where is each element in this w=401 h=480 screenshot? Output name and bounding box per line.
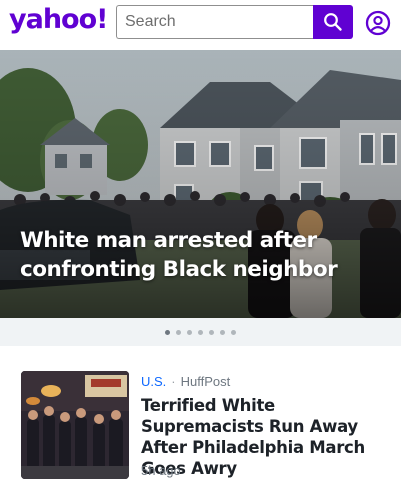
news-article-card[interactable]: U.S. · HuffPost Terrified White Supremacis… <box>0 346 401 480</box>
profile-button[interactable] <box>365 10 391 36</box>
carousel-dot[interactable] <box>209 329 214 335</box>
article-source: HuffPost <box>180 374 231 389</box>
carousel-pagination <box>0 318 401 346</box>
search-box[interactable] <box>116 5 314 39</box>
meta-separator: · <box>171 374 176 389</box>
header: yahoo! <box>0 0 401 50</box>
carousel-dot[interactable] <box>231 329 236 335</box>
search-icon <box>324 13 342 31</box>
carousel-dot[interactable] <box>176 329 181 335</box>
article-thumbnail-image <box>21 371 129 479</box>
article-timestamp: 5h ago <box>141 463 181 478</box>
article-thumbnail[interactable] <box>21 371 129 479</box>
search-input[interactable] <box>117 6 314 38</box>
yahoo-logo[interactable]: yahoo! <box>9 4 108 35</box>
carousel-dot[interactable] <box>187 329 192 335</box>
hero-headline[interactable]: White man arrested after confronting Bla… <box>20 226 390 284</box>
article-meta: U.S. · HuffPost <box>141 374 230 389</box>
hero-story[interactable]: White man arrested after confronting Bla… <box>0 50 401 318</box>
carousel-dot[interactable] <box>198 329 203 335</box>
carousel-dot[interactable] <box>220 329 225 335</box>
user-circle-icon <box>365 10 391 36</box>
article-category[interactable]: U.S. <box>141 374 166 389</box>
carousel-dot[interactable] <box>165 329 170 335</box>
search-button[interactable] <box>313 5 353 39</box>
